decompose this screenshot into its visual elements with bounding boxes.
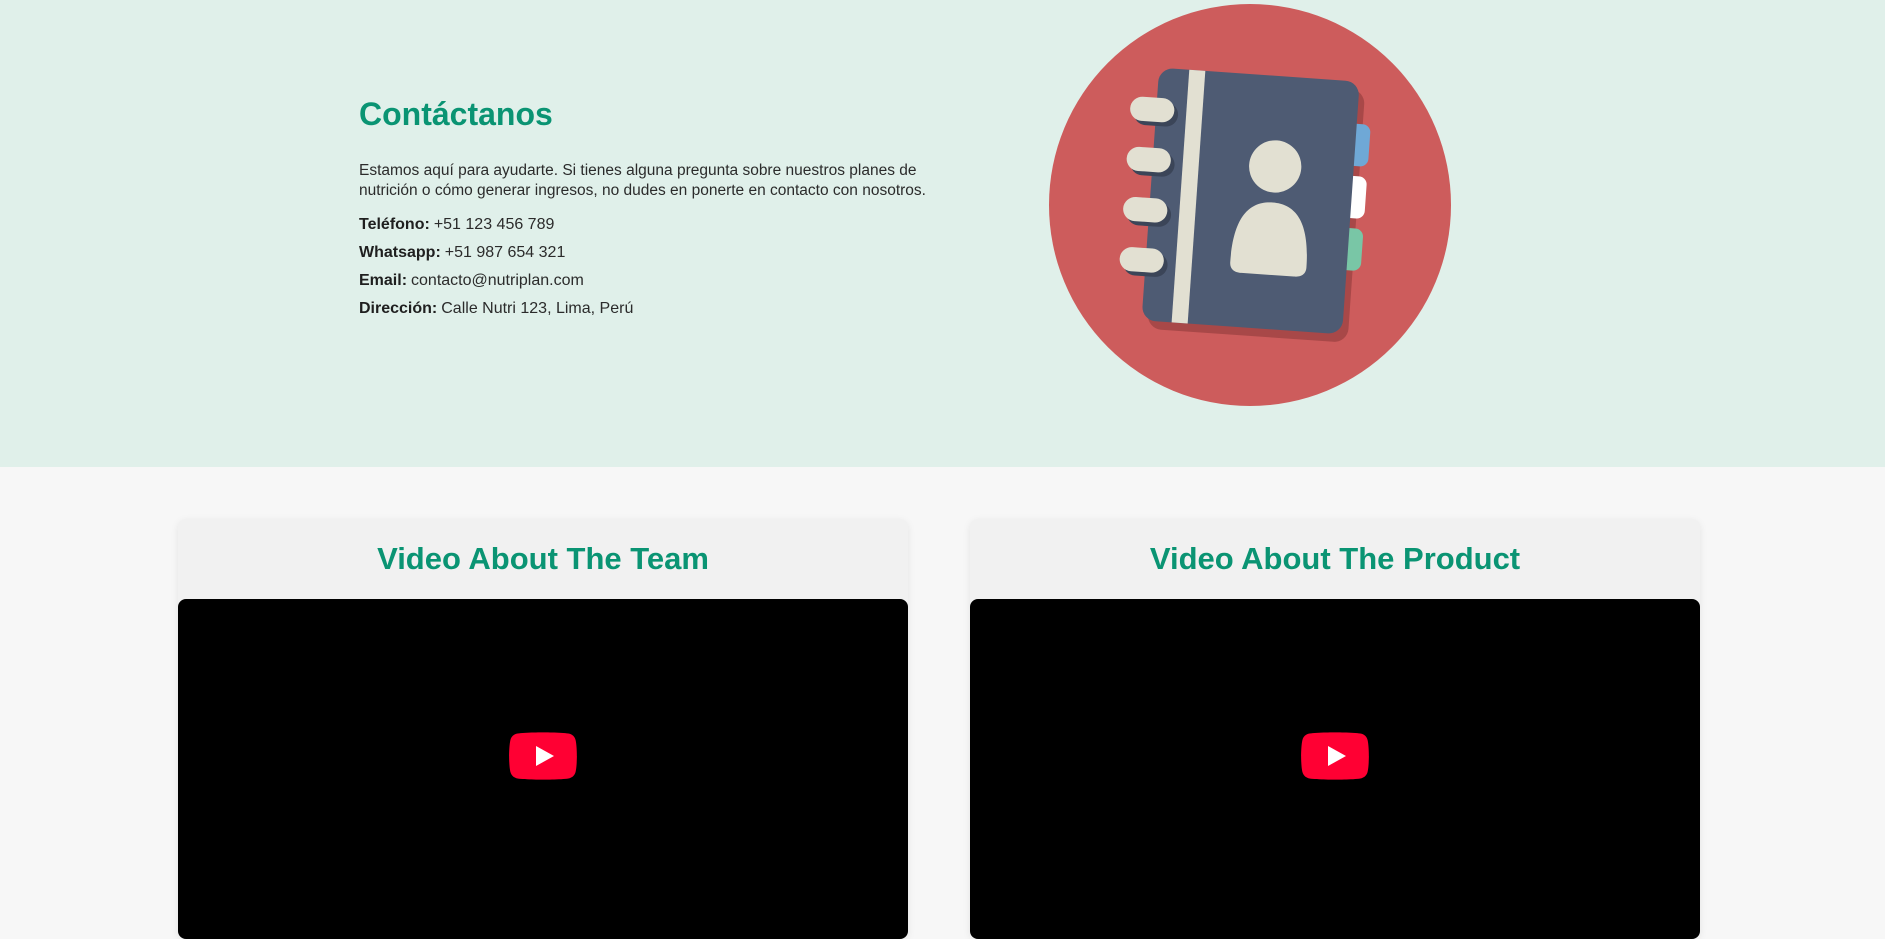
contact-description: Estamos aquí para ayudarte. Si tienes al… [359, 162, 926, 199]
email-line: Email: contacto@nutriplan.com [359, 271, 939, 290]
product-video-title: Video About The Product [1149, 541, 1521, 576]
youtube-play-icon[interactable] [1301, 732, 1369, 780]
email-label: Email: [359, 272, 408, 289]
phone-value: +51 123 456 789 [433, 216, 555, 233]
contact-info: Contáctanos Estamos aquí para ayudarte. … [359, 96, 939, 327]
address-label: Dirección: [359, 300, 438, 317]
address-line: Dirección: Calle Nutri 123, Lima, Perú [359, 299, 939, 318]
team-video-card: Video About The Team [178, 519, 908, 939]
whatsapp-label: Whatsapp: [359, 244, 441, 261]
videos-section: Video About The Team Video About The Pro… [0, 467, 1885, 939]
email-value: contacto@nutriplan.com [411, 272, 584, 289]
address-value: Calle Nutri 123, Lima, Perú [441, 300, 634, 317]
phone-label: Teléfono: [359, 216, 430, 233]
phone-line: Teléfono: +51 123 456 789 [359, 215, 939, 234]
team-video-player[interactable] [178, 599, 908, 939]
address-book-icon [1049, 4, 1451, 406]
whatsapp-line: Whatsapp: +51 987 654 321 [359, 243, 939, 262]
contact-section: Contáctanos Estamos aquí para ayudarte. … [0, 0, 1885, 467]
team-video-title: Video About The Team [377, 541, 709, 576]
youtube-play-icon[interactable] [509, 732, 577, 780]
whatsapp-value: +51 987 654 321 [444, 244, 566, 261]
product-video-player[interactable] [970, 599, 1700, 939]
product-video-card: Video About The Product [970, 519, 1700, 939]
contact-title: Contáctanos [359, 96, 553, 132]
